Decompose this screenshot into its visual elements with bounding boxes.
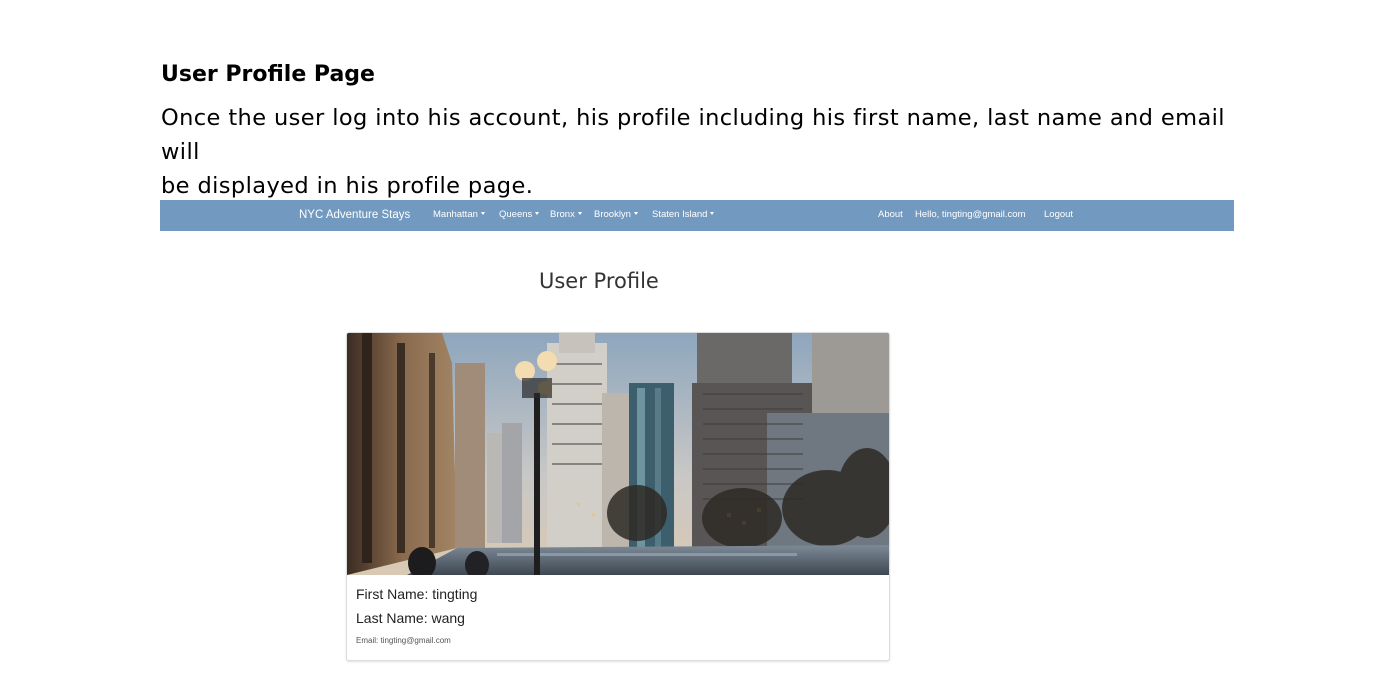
document-paragraph: Once the user log into his account, his … (161, 101, 1236, 203)
navbar-brand[interactable]: NYC Adventure Stays (299, 207, 410, 223)
city-street-image (347, 333, 889, 575)
profile-card-body: First Name: tingting Last Name: wang Ema… (347, 575, 889, 660)
caret-down-icon (633, 212, 638, 215)
first-name-text: First Name: tingting (356, 586, 478, 602)
caret-down-icon (577, 212, 582, 215)
nav-menu-queens[interactable]: Queens (499, 208, 540, 222)
nav-menu-bronx[interactable]: Bronx (550, 208, 582, 222)
nav-link-about[interactable]: About (878, 208, 903, 222)
nav-menu-label: Staten Island (652, 209, 708, 220)
paragraph-line-1: Once the user log into his account, his … (161, 105, 1225, 165)
paragraph-line-2: be displayed in his profile page. (161, 173, 534, 199)
nav-menu-brooklyn[interactable]: Brooklyn (594, 208, 638, 222)
navbar: NYC Adventure Stays Manhattan Queens Bro… (160, 200, 1234, 231)
email-text: Email: tingting@gmail.com (356, 636, 451, 645)
nav-link-logout[interactable]: Logout (1044, 208, 1073, 222)
nav-greeting: Hello, tingting@gmail.com (915, 209, 1026, 220)
nav-menu-label: Manhattan (433, 209, 478, 220)
profile-page-screenshot: NYC Adventure Stays Manhattan Queens Bro… (160, 200, 1234, 670)
caret-down-icon (480, 212, 485, 215)
caret-down-icon (710, 212, 715, 215)
nav-menu-label: Queens (499, 209, 533, 220)
document-heading: User Profile Page (161, 62, 375, 87)
nav-menu-manhattan[interactable]: Manhattan (433, 208, 485, 222)
nav-menu-label: Bronx (550, 209, 575, 220)
last-name-text: Last Name: wang (356, 610, 465, 626)
nav-menu-staten-island[interactable]: Staten Island (652, 208, 715, 222)
profile-card: First Name: tingting Last Name: wang Ema… (346, 332, 890, 661)
profile-title: User Profile (539, 269, 659, 293)
nav-menu-label: Brooklyn (594, 209, 631, 220)
caret-down-icon (535, 212, 540, 215)
